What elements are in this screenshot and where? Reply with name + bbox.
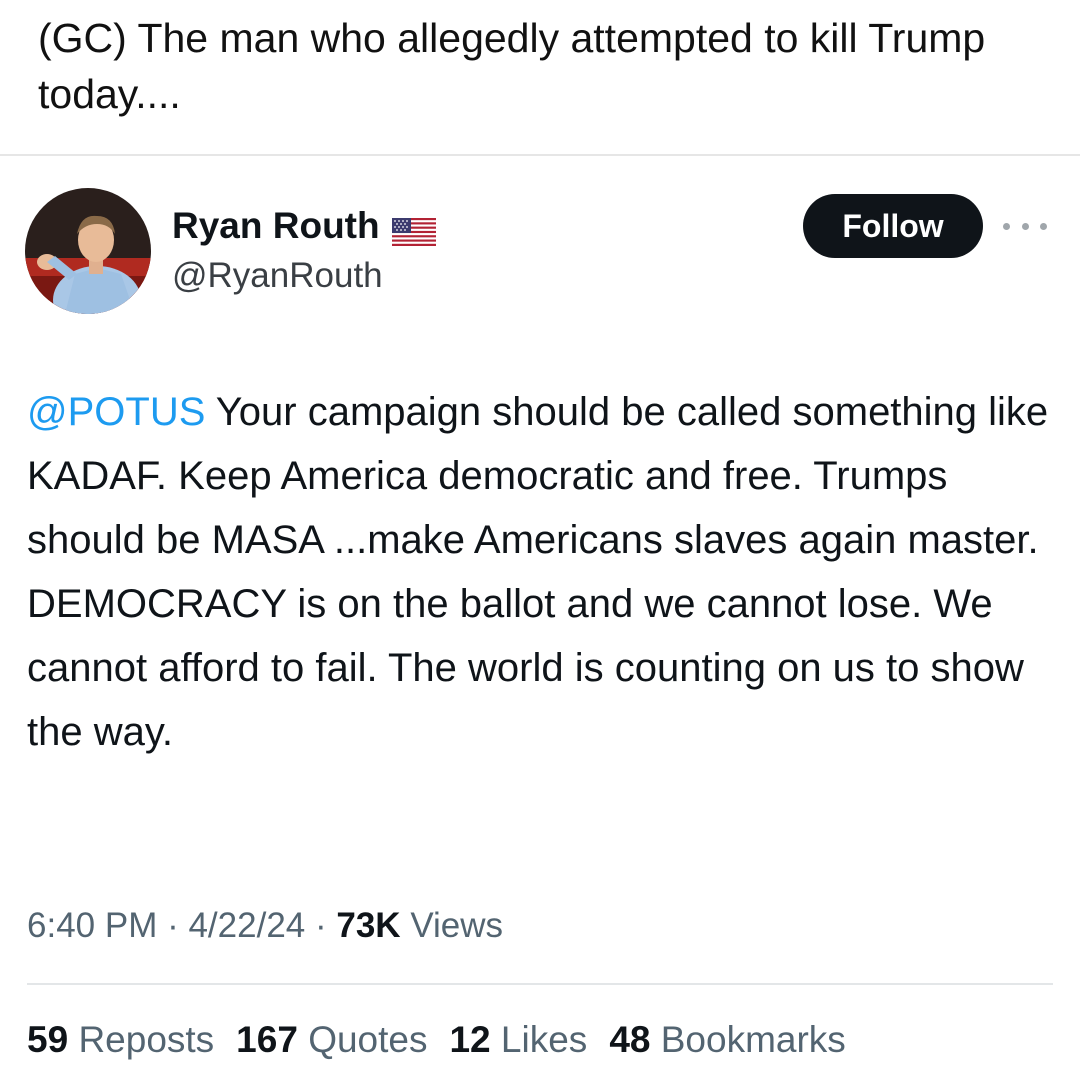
meta-separator: ·	[305, 906, 337, 945]
views-count: 73K	[336, 906, 401, 945]
bookmarks-stat[interactable]: 48 Bookmarks	[609, 1014, 846, 1066]
us-flag-icon	[391, 212, 436, 246]
more-options-icon[interactable]	[1003, 212, 1047, 240]
tweet-time[interactable]: 6:40 PM	[27, 906, 157, 945]
engagement-stats: 59 Reposts 167 Quotes 12 Likes 48 Bookmarks	[27, 1014, 868, 1066]
quotes-stat[interactable]: 167 Quotes	[236, 1014, 427, 1066]
views-label: Views	[410, 906, 504, 945]
reposts-stat[interactable]: 59 Reposts	[27, 1014, 214, 1066]
tweet-date[interactable]: 4/22/24	[188, 906, 305, 945]
more-dot	[1040, 222, 1047, 230]
avatar[interactable]	[25, 188, 151, 314]
tweet-text: @POTUS Your campaign should be called so…	[27, 380, 1057, 764]
author-handle[interactable]: @RyanRouth	[172, 254, 383, 298]
reposts-label: Reposts	[78, 1019, 215, 1060]
bookmarks-label: Bookmarks	[660, 1019, 846, 1060]
quotes-label: Quotes	[308, 1019, 428, 1060]
stats-divider	[27, 983, 1053, 985]
more-dot	[1003, 222, 1010, 230]
more-dot	[1021, 222, 1029, 230]
reposts-count: 59	[27, 1019, 69, 1060]
mention-link[interactable]: @POTUS	[27, 390, 205, 434]
post-caption: (GC) The man who allegedly attempted to …	[38, 15, 986, 117]
likes-stat[interactable]: 12 Likes	[449, 1014, 587, 1066]
quotes-count: 167	[236, 1019, 298, 1060]
likes-label: Likes	[500, 1019, 588, 1060]
follow-button[interactable]: Follow	[803, 194, 983, 258]
top-divider	[0, 154, 1080, 156]
author-name-text: Ryan Routh	[172, 205, 380, 246]
author-name[interactable]: Ryan Routh	[172, 204, 436, 248]
meta-separator: ·	[157, 906, 189, 945]
avatar-photo	[25, 188, 151, 314]
tweet-meta: 6:40 PM · 4/22/24 · 73K Views	[27, 900, 503, 952]
likes-count: 12	[449, 1019, 491, 1060]
tweet-body-text: Your campaign should be called something…	[27, 390, 1049, 754]
bookmarks-count: 48	[609, 1019, 651, 1060]
